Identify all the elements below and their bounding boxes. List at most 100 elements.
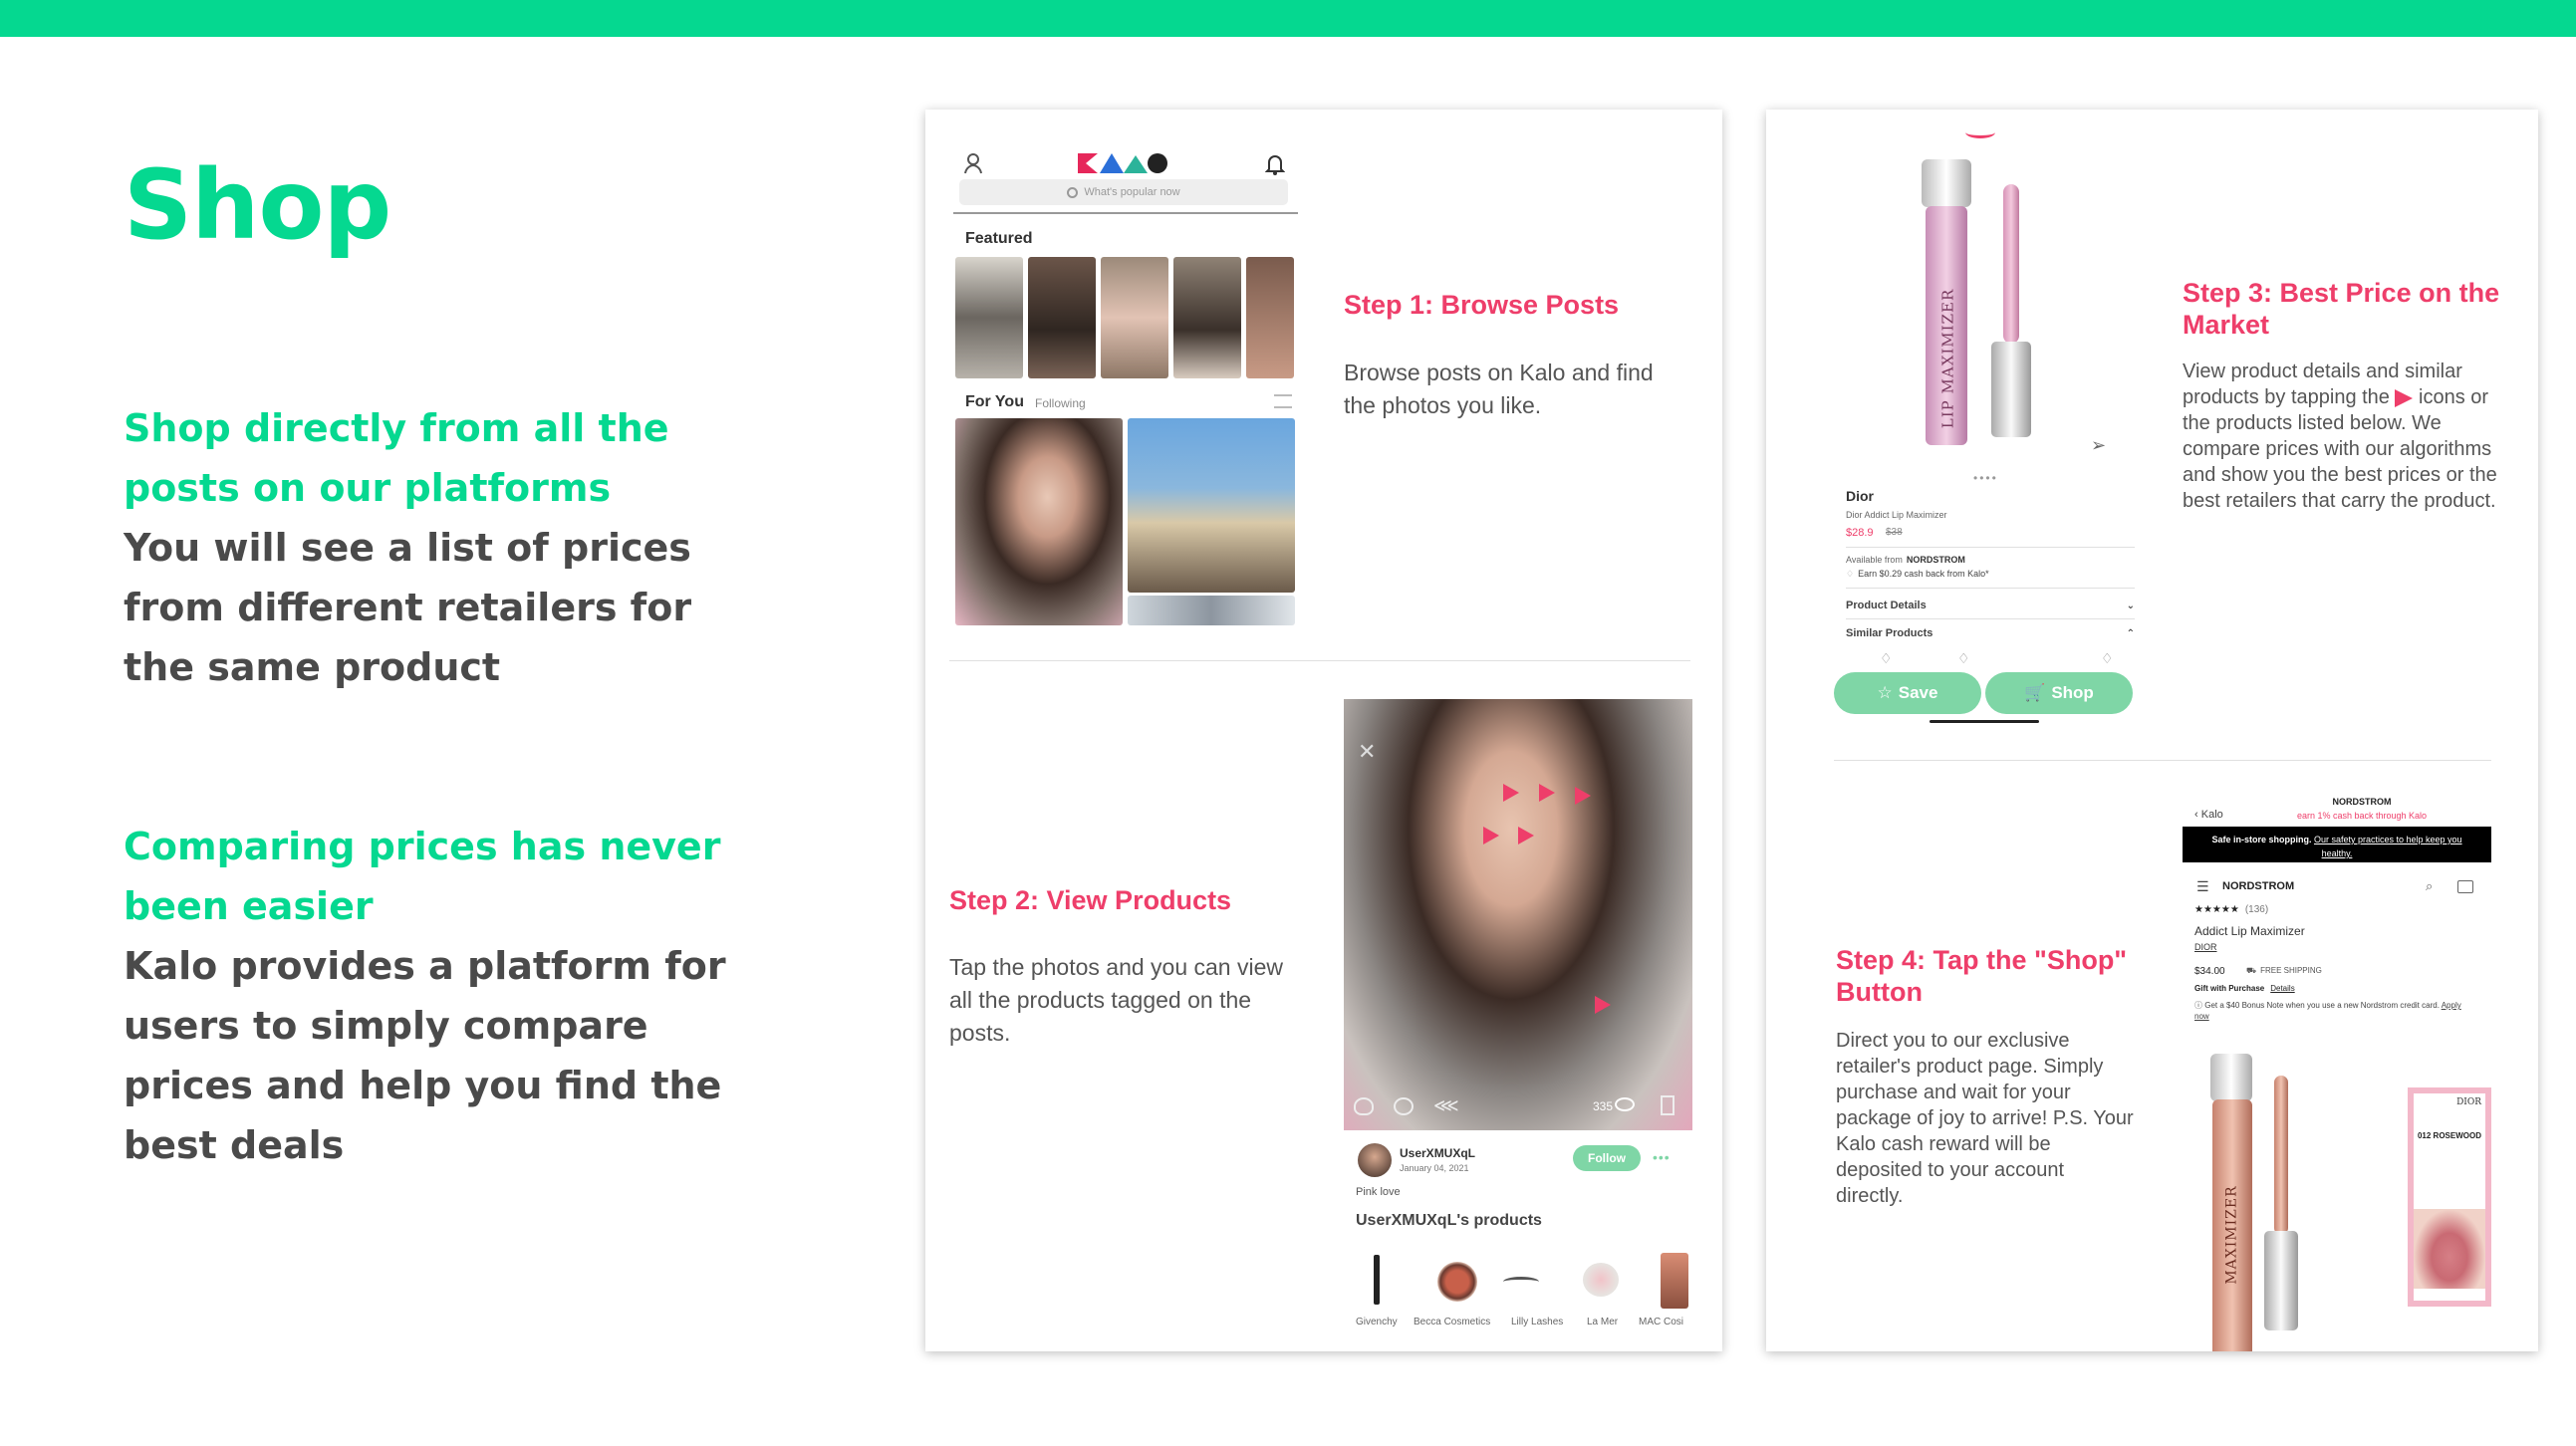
diamond-icon[interactable]: ♢: [1880, 650, 1893, 667]
filter-icon[interactable]: [1274, 394, 1292, 408]
search-icon[interactable]: ⌕: [2426, 878, 2433, 894]
eye-icon: [1615, 1097, 1635, 1111]
safety-banner[interactable]: Safe in-store shopping. Our safety pract…: [2183, 827, 2491, 862]
retailer-screenshot: ‹ Kalo NORDSTROM earn 1% cash back throu…: [2183, 787, 2491, 1351]
brand-link[interactable]: DIOR: [2194, 942, 2217, 952]
kalo-logo-icon: [1076, 151, 1170, 175]
chevron-down-icon[interactable]: [1965, 126, 1995, 138]
product-brand: Dior: [1846, 488, 1874, 504]
product-tag-icon[interactable]: [1483, 827, 1499, 844]
brand-label: Lilly Lashes: [1511, 1317, 1564, 1327]
for-you-post-1[interactable]: [955, 418, 1123, 625]
bag-icon[interactable]: [2457, 880, 2473, 893]
diamond-icon[interactable]: ♢: [2101, 650, 2114, 667]
save-button[interactable]: ☆ Save: [1834, 672, 1981, 714]
following-tab[interactable]: Following: [1035, 396, 1086, 410]
product-thumb-mac[interactable]: [1661, 1253, 1688, 1309]
featured-post-1[interactable]: [955, 257, 1023, 378]
for-you-post-2[interactable]: [1128, 418, 1295, 593]
post-image[interactable]: [1344, 699, 1692, 1130]
tube-label: LIP MAXIMIZER: [1938, 288, 1956, 429]
product-tag-icon[interactable]: [1595, 996, 1611, 1014]
comment-icon[interactable]: [1394, 1097, 1414, 1115]
kalo-k-icon: [2395, 388, 2414, 407]
back-link[interactable]: ‹ Kalo: [2194, 809, 2223, 821]
steps-card-right: LIP MAXIMIZER ➢ •••• Dior Dior Addict Li…: [1766, 110, 2538, 1351]
applicator: [2274, 1076, 2288, 1235]
step2-text: Tap the photos and you can view all the …: [949, 954, 1284, 1046]
tube-label: MAXIMIZER: [2224, 1185, 2241, 1285]
bookmark-icon[interactable]: [1661, 1095, 1674, 1115]
star-icon: ☆: [1877, 683, 1893, 702]
cart-icon: 🛒: [2024, 683, 2046, 702]
product-detail-screenshot: LIP MAXIMIZER ➢ •••• Dior Dior Addict Li…: [1834, 115, 2143, 732]
post-username[interactable]: UserXMUXqL: [1400, 1146, 1475, 1160]
menu-icon[interactable]: ☰: [2196, 878, 2209, 895]
search-icon: [1067, 186, 1079, 198]
for-you-post-3[interactable]: [1128, 596, 1295, 625]
step1-title: Step 1: Browse Posts: [1344, 290, 1620, 320]
products-title: UserXMUXqL's products: [1356, 1212, 1542, 1229]
feature-block-prices: Comparing prices has never been easier K…: [124, 817, 781, 1175]
profile-icon[interactable]: [963, 151, 987, 175]
follow-button[interactable]: Follow: [1573, 1145, 1641, 1171]
send-icon[interactable]: ➢: [2091, 435, 2106, 456]
avatar[interactable]: [1358, 1143, 1392, 1177]
step1-text: Browse posts on Kalo and find the photos…: [1344, 360, 1654, 418]
product-cap: [1922, 159, 1971, 207]
product-tag-icon[interactable]: [1503, 784, 1519, 802]
product-details-row[interactable]: Product Details ⌄: [1846, 595, 2135, 616]
product-thumb-lamer[interactable]: [1583, 1263, 1619, 1297]
feature-heading: Shop directly from all the posts on our …: [124, 406, 669, 510]
header-divider: [953, 212, 1298, 214]
similar-products-row[interactable]: Similar Products ⌃: [1846, 622, 2135, 644]
page-title: Shop: [124, 149, 391, 261]
step3-text: View product details and similar product…: [2183, 361, 2497, 512]
search-bar[interactable]: What's popular now: [959, 179, 1288, 205]
chevron-up-icon: ⌃: [2126, 627, 2135, 639]
brand-label: La Mer: [1587, 1317, 1619, 1327]
shop-button[interactable]: 🛒 Shop: [1985, 672, 2133, 714]
close-icon[interactable]: ✕: [1358, 739, 1376, 765]
product-tag-icon[interactable]: [1575, 787, 1591, 805]
product-tag-icon[interactable]: [1518, 827, 1534, 844]
step4-title: Step 4: Tap the "Shop" Button: [1836, 945, 2128, 1007]
product-thumb-givenchy[interactable]: [1374, 1255, 1380, 1305]
diamond-icon[interactable]: ♢: [1957, 650, 1970, 667]
featured-post-3[interactable]: [1101, 257, 1168, 378]
retailer-header: NORDSTROM: [2332, 797, 2392, 807]
gift-details-link[interactable]: Details: [2270, 984, 2294, 993]
bell-icon[interactable]: [1264, 153, 1286, 175]
feature-heading: Comparing prices has never been easier: [124, 825, 721, 928]
featured-post-2[interactable]: [1028, 257, 1096, 378]
home-indicator: [1930, 720, 2039, 723]
more-icon[interactable]: •••: [1653, 1149, 1671, 1165]
divider: [1846, 588, 2135, 589]
step3-title: Step 3: Best Price on the Market: [2183, 278, 2500, 340]
divider: [1846, 547, 2135, 548]
post-screenshot: ✕ ⋘ 335 UserXMUXqL January 04, 2021 Foll…: [1344, 699, 1692, 1336]
brand-label: MAC Cosi: [1639, 1317, 1684, 1327]
like-icon[interactable]: [1354, 1097, 1374, 1115]
gift-row: Gift with Purchase Details: [2194, 984, 2295, 993]
product-old-price: $38: [1886, 527, 1903, 538]
rating: ★★★★★ (136): [2194, 904, 2269, 915]
shade-thumbnail[interactable]: DIOR 012 ROSEWOOD: [2408, 1087, 2491, 1307]
top-accent-bar: [0, 0, 2576, 37]
product-price: $28.9: [1846, 527, 1874, 539]
applicator-cap: [2264, 1231, 2298, 1330]
product-thumb-becca[interactable]: [1437, 1262, 1477, 1302]
brand-label: Becca Cosmetics: [1414, 1317, 1491, 1327]
post-date: January 04, 2021: [1400, 1163, 1469, 1173]
for-you-tab[interactable]: For You: [965, 393, 1024, 411]
share-icon[interactable]: ⋘: [1433, 1095, 1459, 1116]
retailer-price: $34.00: [2194, 966, 2225, 977]
featured-post-5[interactable]: [1246, 257, 1294, 378]
feature-block-posts: Shop directly from all the posts on our …: [124, 398, 761, 697]
brand-label: Givenchy: [1356, 1317, 1398, 1327]
feature-description: Kalo provides a platform for users to si…: [124, 944, 726, 1167]
product-tag-icon[interactable]: [1539, 784, 1555, 802]
featured-post-4[interactable]: [1173, 257, 1241, 378]
product-thumb-lashes[interactable]: [1503, 1277, 1539, 1287]
retailer-logo: NORDSTROM: [2222, 880, 2295, 892]
